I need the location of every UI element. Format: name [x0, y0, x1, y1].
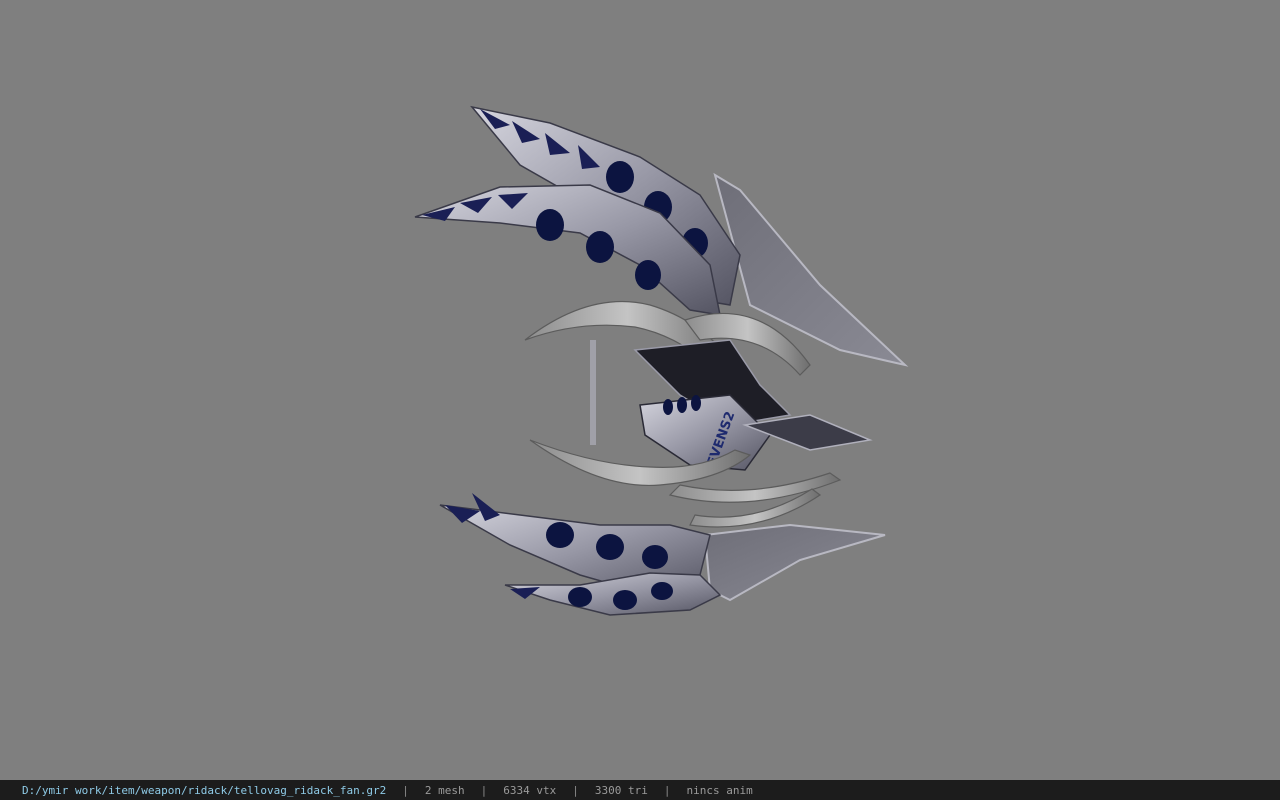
- separator: |: [572, 783, 579, 797]
- vertex-count-text: 6334 vtx: [503, 783, 557, 797]
- mesh-count-text: 2 mesh: [424, 783, 465, 797]
- status-bar: D:/ymir work/item/weapon/ridack/tellovag…: [0, 780, 1280, 800]
- file-path-text: D:/ymir work/item/weapon/ridack/tellovag…: [22, 783, 387, 797]
- 3d-viewport[interactable]: EVENS2: [0, 0, 1280, 780]
- triangle-count-text: 3300 tri: [594, 783, 648, 797]
- animation-status-text: nincs anim: [686, 783, 753, 797]
- separator: |: [402, 783, 409, 797]
- separator: |: [480, 783, 488, 797]
- weapon-fan-model-icon: EVENS2: [414, 105, 909, 616]
- separator: |: [663, 783, 671, 797]
